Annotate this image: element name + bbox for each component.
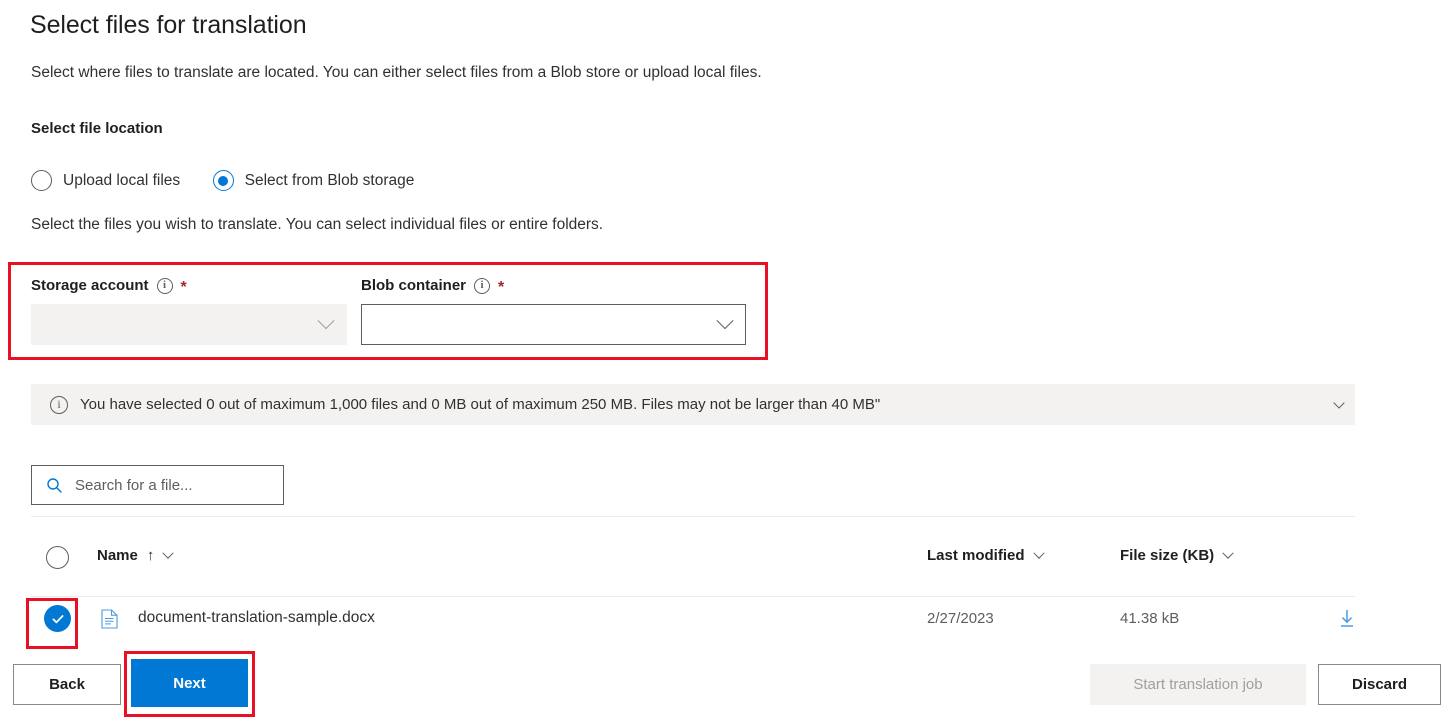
radio-label: Upload local files bbox=[63, 171, 181, 189]
back-button[interactable]: Back bbox=[13, 664, 121, 705]
storage-account-label-text: Storage account bbox=[31, 277, 149, 294]
file-last-modified: 2/27/2023 bbox=[927, 610, 994, 627]
info-icon[interactable]: i bbox=[156, 277, 173, 294]
selection-info-bar: i You have selected 0 out of maximum 1,0… bbox=[31, 384, 1355, 425]
select-files-page: Select files for translation Select wher… bbox=[0, 0, 1454, 721]
chevron-down-icon[interactable] bbox=[162, 547, 175, 559]
info-icon: i bbox=[50, 395, 68, 414]
storage-account-dropdown[interactable] bbox=[31, 304, 347, 345]
page-subtitle: Select where files to translate are loca… bbox=[31, 64, 762, 81]
file-name[interactable]: document-translation-sample.docx bbox=[138, 609, 375, 627]
row-checkbox-selected[interactable] bbox=[44, 605, 71, 632]
file-table-header: Name ↑ Last modified File size (KB) bbox=[31, 542, 1355, 588]
chevron-down-icon bbox=[317, 311, 335, 329]
required-indicator: * bbox=[180, 278, 187, 296]
table-row[interactable]: document-translation-sample.docx 2/27/20… bbox=[31, 600, 1355, 652]
search-file-box[interactable] bbox=[31, 465, 284, 505]
table-divider-header bbox=[31, 596, 1355, 597]
info-icon[interactable]: i bbox=[474, 277, 491, 294]
chevron-down-icon[interactable] bbox=[1032, 547, 1045, 559]
radio-upload-local-files[interactable]: Upload local files bbox=[31, 170, 180, 191]
blob-container-label: Blob container i * bbox=[361, 277, 746, 296]
table-divider-top bbox=[31, 516, 1355, 517]
chevron-down-icon[interactable] bbox=[1333, 397, 1345, 409]
file-selection-helper-text: Select the files you wish to translate. … bbox=[31, 216, 604, 233]
column-header-file-size-label: File size (KB) bbox=[1120, 547, 1215, 564]
storage-account-field: Storage account i * bbox=[31, 277, 347, 345]
next-button[interactable]: Next bbox=[131, 659, 248, 707]
column-header-last-modified-label: Last modified bbox=[927, 547, 1025, 564]
column-header-file-size[interactable]: File size (KB) bbox=[1120, 547, 1234, 564]
section-label-file-location: Select file location bbox=[31, 120, 163, 137]
search-icon bbox=[46, 477, 63, 494]
column-header-name[interactable]: Name ↑ bbox=[97, 547, 175, 564]
radio-select-from-blob-storage[interactable]: Select from Blob storage bbox=[212, 170, 415, 191]
file-size: 41.38 kB bbox=[1120, 610, 1180, 627]
chevron-down-icon bbox=[716, 311, 734, 329]
page-title: Select files for translation bbox=[30, 11, 307, 39]
select-all-checkbox[interactable] bbox=[46, 546, 69, 569]
blob-container-label-text: Blob container bbox=[361, 277, 467, 294]
radio-circle-icon bbox=[31, 170, 52, 191]
download-icon[interactable] bbox=[1336, 608, 1358, 635]
column-header-last-modified[interactable]: Last modified bbox=[927, 547, 1045, 564]
column-header-name-label: Name bbox=[97, 547, 138, 564]
file-location-radio-group: Upload local files Select from Blob stor… bbox=[31, 170, 442, 198]
selection-info-message: You have selected 0 out of maximum 1,000… bbox=[80, 396, 881, 413]
storage-account-label: Storage account i * bbox=[31, 277, 347, 296]
required-indicator: * bbox=[498, 278, 505, 296]
blob-container-field: Blob container i * bbox=[361, 277, 746, 345]
discard-button[interactable]: Discard bbox=[1318, 664, 1441, 705]
search-input[interactable] bbox=[73, 475, 283, 495]
radio-label: Select from Blob storage bbox=[244, 171, 415, 189]
document-icon bbox=[101, 609, 118, 634]
start-translation-job-button: Start translation job bbox=[1090, 664, 1306, 705]
radio-circle-selected-icon bbox=[212, 170, 234, 191]
blob-container-dropdown[interactable] bbox=[361, 304, 746, 345]
chevron-down-icon[interactable] bbox=[1222, 547, 1234, 559]
sort-ascending-icon: ↑ bbox=[146, 547, 155, 564]
